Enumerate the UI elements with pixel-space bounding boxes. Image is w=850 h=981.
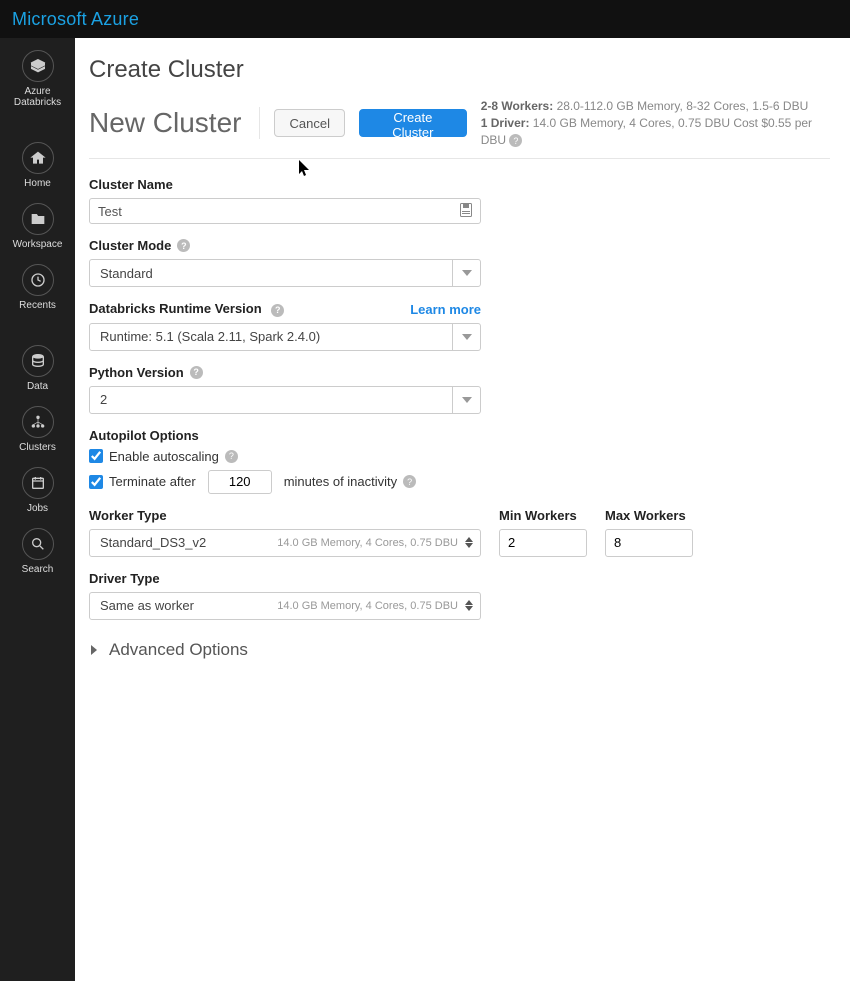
database-icon [22,345,54,377]
layers-icon [22,50,54,82]
sidebar-item-label: Jobs [27,503,48,514]
create-cluster-button[interactable]: Create Cluster [359,109,467,137]
sidebar-item-azure-databricks[interactable]: Azure Databricks [0,50,75,108]
enable-autoscaling-checkbox[interactable] [89,449,103,463]
min-workers-input[interactable] [499,529,587,557]
sidebar-item-label: Clusters [19,442,56,453]
help-icon[interactable]: ? [177,239,190,252]
terminate-after-checkbox[interactable] [89,475,103,489]
driver-type-info: 14.0 GB Memory, 4 Cores, 0.75 DBU [277,600,464,612]
min-workers-label: Min Workers [499,508,587,523]
enable-autoscaling-label: Enable autoscaling [109,449,219,464]
sidebar-item-label: Home [24,178,51,189]
worker-type-value: Standard_DS3_v2 [90,535,277,550]
home-icon [22,142,54,174]
topbar: Microsoft Azure [0,0,850,38]
worker-type-label: Worker Type [89,508,481,523]
page-title: Create Cluster [89,56,830,84]
cluster-summary: 2-8 Workers: 28.0-112.0 GB Memory, 8-32 … [481,98,830,148]
worker-type-select[interactable]: Standard_DS3_v2 14.0 GB Memory, 4 Cores,… [89,529,481,557]
chevron-down-icon[interactable] [452,260,480,286]
runtime-label: Databricks Runtime Version [89,301,262,316]
learn-more-link[interactable]: Learn more [410,302,481,317]
terminate-minutes-input[interactable] [208,470,272,494]
help-icon[interactable]: ? [509,134,522,147]
sidebar-item-home[interactable]: Home [22,142,54,189]
summary-workers-label: 2-8 Workers: [481,99,553,113]
chevron-down-icon[interactable] [452,324,480,350]
python-version-label: Python Version [89,365,184,380]
python-version-select[interactable]: 2 [89,386,481,414]
chevron-down-icon[interactable] [452,387,480,413]
worker-type-info: 14.0 GB Memory, 4 Cores, 0.75 DBU [277,537,464,549]
save-icon [460,203,472,220]
sidebar-item-recents[interactable]: Recents [19,264,56,311]
help-icon[interactable]: ? [190,366,203,379]
summary-workers-detail: 28.0-112.0 GB Memory, 8-32 Cores, 1.5-6 … [557,99,809,113]
cluster-mode-label: Cluster Mode [89,238,171,253]
advanced-options-toggle[interactable]: Advanced Options [89,640,830,660]
sidebar-item-label: Search [22,564,54,575]
python-version-value: 2 [90,387,452,413]
network-icon [22,406,54,438]
sidebar-item-search[interactable]: Search [22,528,54,575]
max-workers-input[interactable] [605,529,693,557]
summary-driver-label: 1 Driver: [481,116,530,130]
help-icon[interactable]: ? [225,450,238,463]
help-icon[interactable]: ? [403,475,416,488]
clock-icon [22,264,54,296]
calendar-icon [22,467,54,499]
cluster-name-input[interactable] [98,204,460,219]
driver-type-select[interactable]: Same as worker 14.0 GB Memory, 4 Cores, … [89,592,481,620]
sidebar-item-data[interactable]: Data [22,345,54,392]
search-icon [22,528,54,560]
header-row: New Cluster Cancel Create Cluster 2-8 Wo… [89,98,830,159]
cluster-name-label: Cluster Name [89,177,830,192]
updown-icon[interactable] [464,537,480,548]
sidebar-item-clusters[interactable]: Clusters [19,406,56,453]
sidebar-item-label: Workspace [13,239,63,250]
sidebar-item-label: Recents [19,300,56,311]
azure-logo-text: Microsoft Azure [12,9,139,30]
autopilot-heading: Autopilot Options [89,428,830,443]
sidebar-item-workspace[interactable]: Workspace [13,203,63,250]
sidebar-item-label: Azure Databricks [0,86,75,108]
sidebar: Azure Databricks Home Workspace Recents [0,38,75,981]
caret-right-icon [89,640,99,660]
folder-icon [22,203,54,235]
driver-type-value: Same as worker [90,598,277,613]
terminate-suffix-label: minutes of inactivity [284,474,397,489]
sidebar-item-label: Data [27,381,48,392]
max-workers-label: Max Workers [605,508,693,523]
terminate-prefix-label: Terminate after [109,474,196,489]
help-icon[interactable]: ? [271,304,284,317]
advanced-options-label: Advanced Options [109,640,248,660]
updown-icon[interactable] [464,600,480,611]
content-pane: Create Cluster New Cluster Cancel Create… [75,38,850,981]
sidebar-item-jobs[interactable]: Jobs [22,467,54,514]
runtime-value: Runtime: 5.1 (Scala 2.11, Spark 2.4.0) [90,324,452,350]
summary-driver-detail: 14.0 GB Memory, 4 Cores, 0.75 DBU Cost $… [481,116,812,147]
cancel-button[interactable]: Cancel [274,109,344,137]
cluster-mode-select[interactable]: Standard [89,259,481,287]
driver-type-label: Driver Type [89,571,830,586]
cluster-mode-value: Standard [90,260,452,286]
runtime-select[interactable]: Runtime: 5.1 (Scala 2.11, Spark 2.4.0) [89,323,481,351]
cluster-name-input-wrapper[interactable] [89,198,481,224]
page-subtitle: New Cluster [89,107,260,139]
cursor-icon [299,160,313,178]
